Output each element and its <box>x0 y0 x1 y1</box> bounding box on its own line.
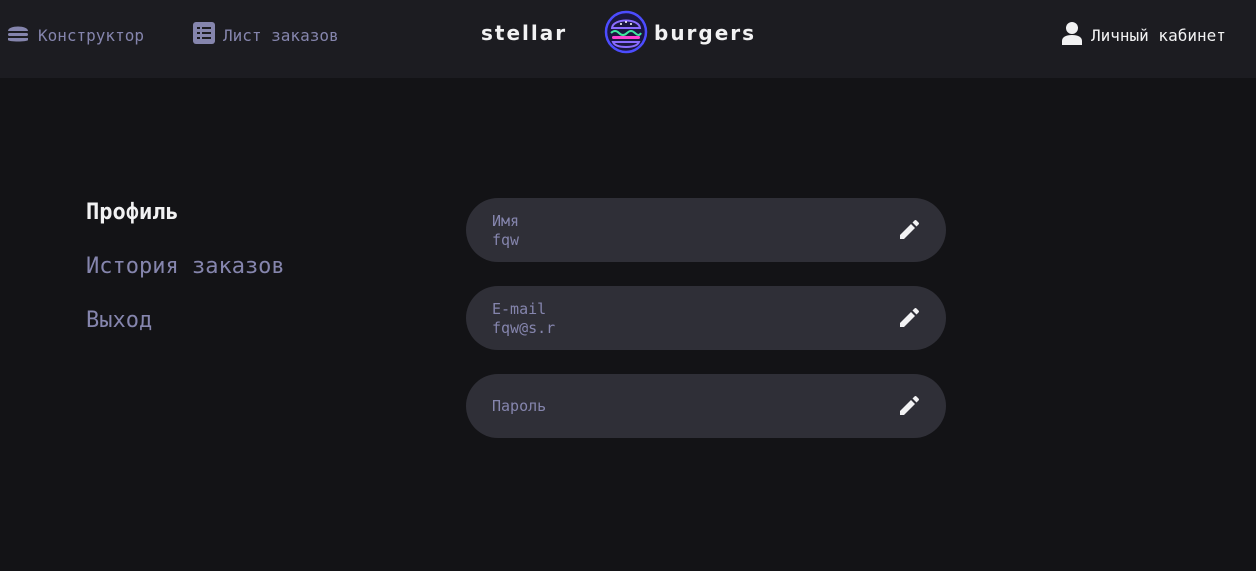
menu-item-profile[interactable]: Профиль <box>86 198 285 228</box>
nav-constructor-link[interactable]: Конструктор <box>6 22 144 48</box>
password-field-label: Пароль <box>492 397 547 415</box>
name-field-label: Имя <box>492 212 520 230</box>
name-input[interactable] <box>492 230 872 250</box>
logo-word-right: burgers <box>654 21 757 45</box>
menu-item-order-history[interactable]: История заказов <box>86 252 285 282</box>
nav-account-label: Личный кабинет <box>1091 25 1226 45</box>
password-field[interactable]: Пароль <box>466 374 946 438</box>
nav-account-link[interactable]: Личный кабинет <box>1061 22 1226 48</box>
email-input[interactable] <box>492 318 872 338</box>
menu-item-logout[interactable]: Выход <box>86 306 285 336</box>
site-logo[interactable]: stellar burgers <box>479 9 771 57</box>
burger-icon <box>6 21 30 49</box>
profile-menu: Профиль История заказов Выход <box>86 198 285 360</box>
nav-orders-link[interactable]: Лист заказов <box>193 22 339 48</box>
edit-icon[interactable] <box>898 307 920 329</box>
email-field-label: E-mail <box>492 300 547 318</box>
edit-icon[interactable] <box>898 395 920 417</box>
nav-orders-label: Лист заказов <box>223 25 339 45</box>
burger-logo-icon <box>603 9 649 55</box>
user-icon <box>1061 21 1083 49</box>
edit-icon[interactable] <box>898 219 920 241</box>
email-field[interactable]: E-mail <box>466 286 946 350</box>
nav-constructor-label: Конструктор <box>38 25 144 45</box>
app-header: Конструктор Лист заказов stellar burgers… <box>0 0 1256 78</box>
logo-word-left: stellar <box>481 21 568 45</box>
list-icon <box>193 22 215 48</box>
name-field[interactable]: Имя <box>466 198 946 262</box>
